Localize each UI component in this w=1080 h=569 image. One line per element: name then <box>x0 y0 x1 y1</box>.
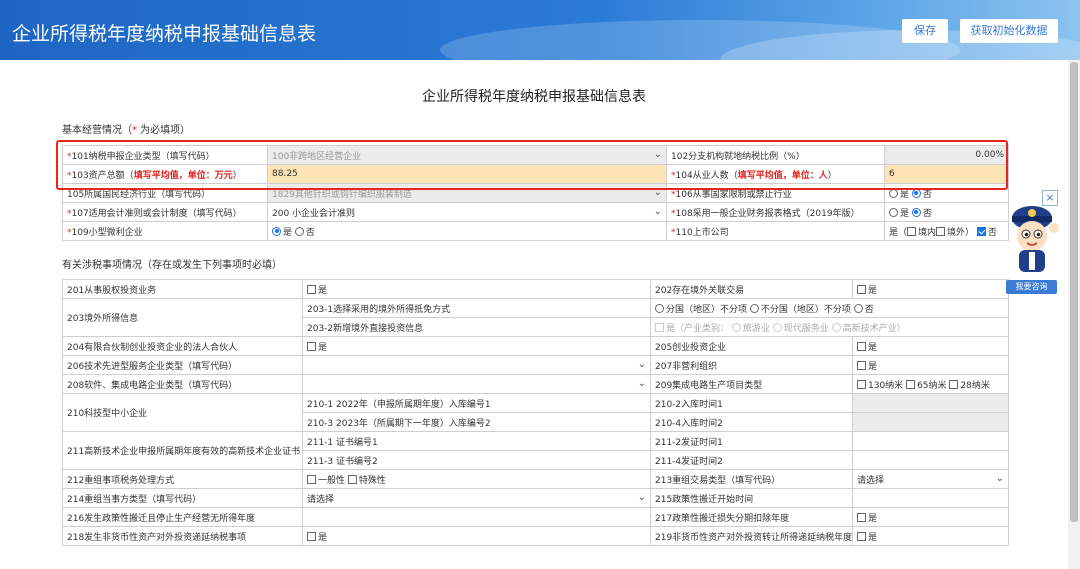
app-title: 企业所得税年度纳税申报基础信息表 <box>12 23 317 45</box>
row-219-label: 219非货币性资产对外投资转让所得递延纳税年度 <box>650 526 853 546</box>
row-107-label: *107适用会计准则或会计制度（填写代码） <box>62 202 268 222</box>
row-103-label: *103资产总额（填写平均值，单位：万元） <box>62 164 268 184</box>
row-203-label: 203境外所得信息 <box>62 298 303 337</box>
accounting-standard-select[interactable]: 200 小企业会计准则 ⌄ <box>267 202 667 222</box>
row-110-label: *110上市公司 <box>666 221 885 241</box>
restricted-industry-radio[interactable]: 是 否 <box>884 183 1009 203</box>
industry-select[interactable]: 1829其他针织或钩针编织服装制造 ⌄ <box>267 183 667 203</box>
row-213-label: 213重组交易类型（填写代码） <box>650 469 853 489</box>
party-type-select[interactable]: 请选择 ⌄ <box>302 488 651 508</box>
row-210-1-label: 210-1 2022年（申报所属期年度）入库编号1 <box>302 393 651 413</box>
chevron-down-icon: ⌄ <box>653 149 662 160</box>
relocation-start-input[interactable] <box>852 488 1009 508</box>
scrollbar-thumb[interactable] <box>1070 62 1078 522</box>
chevron-down-icon: ⌄ <box>637 378 646 389</box>
row-211-4-label: 211-4发证时间2 <box>650 450 853 470</box>
row-206-label: 206技术先进型服务企业类型（填写代码） <box>62 355 303 375</box>
tax-matters-table: 201从事股权投资业务 是 202存在境外关联交易 是 203境外所得信息 20… <box>62 279 1009 546</box>
row-102-label: 102分支机构就地纳税比例（%） <box>666 145 885 165</box>
equity-investment-checkbox[interactable]: 是 <box>302 279 651 299</box>
row-211-2-label: 211-2发证时间1 <box>650 431 853 451</box>
row-210-2-label: 210-2入库时间1 <box>650 393 853 413</box>
no-income-year-input[interactable] <box>302 507 651 527</box>
row-211-3-label: 211-3 证书编号2 <box>302 450 651 470</box>
foreign-related-checkbox[interactable]: 是 <box>852 279 1009 299</box>
restructure-treatment-checkboxes[interactable]: 一般性 特殊性 <box>302 469 651 489</box>
enterprise-type-select[interactable]: 100非跨地区经营企业 ⌄ <box>267 145 667 165</box>
issue-date-2-input[interactable] <box>852 450 1009 470</box>
row-105-label: 105所属国民经济行业（填写代码） <box>62 183 268 203</box>
row-209-label: 209集成电路生产项目类型 <box>650 374 853 394</box>
assistant-mascot-icon[interactable] <box>1002 198 1062 278</box>
vertical-scrollbar[interactable] <box>1068 60 1080 569</box>
header-bar: 企业所得税年度纳税申报基础信息表 保存 获取初始化数据 <box>0 0 1080 60</box>
chevron-down-icon: ⌄ <box>653 206 662 217</box>
credit-method-radio[interactable]: 分国（地区）不分项 不分国（地区）不分项 否 <box>650 298 1009 318</box>
branch-ratio-value: 0.00% <box>884 145 1009 165</box>
get-init-data-button[interactable]: 获取初始化数据 <box>960 19 1058 43</box>
entry-date-1-input[interactable] <box>852 393 1009 413</box>
row-201-label: 201从事股权投资业务 <box>62 279 303 299</box>
new-overseas-investment-options[interactable]: 是（产业类别： 旅游业 现代服务业 高新技术产业） <box>650 317 1009 337</box>
deferred-tax-checkbox[interactable]: 是 <box>302 526 651 546</box>
small-micro-radio[interactable]: 是 否 <box>267 221 667 241</box>
row-109-label: *109小型微利企业 <box>62 221 268 241</box>
loss-deduction-checkbox[interactable]: 是 <box>852 507 1009 527</box>
row-216-label: 216发生政策性搬迁且停止生产经营无所得年度 <box>62 507 303 527</box>
row-210-4-label: 210-4入库时间2 <box>650 412 853 432</box>
report-format-radio[interactable]: 是 否 <box>884 202 1009 222</box>
row-212-label: 212重组事项税务处理方式 <box>62 469 303 489</box>
row-211-1-label: 211-1 证书编号1 <box>302 431 651 451</box>
basic-info-table: *101纳税申报企业类型（填写代码） 100非跨地区经营企业 ⌄ 102分支机构就… <box>62 145 1009 241</box>
row-214-label: 214重组当事方类型（填写代码） <box>62 488 303 508</box>
row-211-label: 211高新技术企业申报所属期年度有效的高新技术企业证书 <box>62 431 303 470</box>
row-217-label: 217政策性搬迁损失分期扣除年度 <box>650 507 853 527</box>
section-tax-title: 有关涉税事项情况（存在或发生下列事项时必填） <box>62 260 282 271</box>
venture-capital-checkbox[interactable]: 是 <box>852 336 1009 356</box>
chevron-down-icon: ⌄ <box>637 492 646 503</box>
row-205-label: 205创业投资企业 <box>650 336 853 356</box>
section-basic-title: 基本经营情况（* 为必填项） <box>62 125 191 136</box>
row-203-2-label: 203-2新增境外直接投资信息 <box>302 317 651 337</box>
row-210-3-label: 210-3 2023年（所属期下一年度）入库编号2 <box>302 412 651 432</box>
nonprofit-checkbox[interactable]: 是 <box>852 355 1009 375</box>
ic-project-checkboxes[interactable]: 130纳米 65纳米 28纳米 <box>852 374 1009 394</box>
consult-button[interactable]: 我要咨询 <box>1006 280 1057 294</box>
chevron-down-icon: ⌄ <box>637 359 646 370</box>
document-title: 企业所得税年度纳税申报基础信息表 <box>422 89 646 105</box>
restructure-type-select[interactable]: 请选择 ⌄ <box>852 469 1009 489</box>
chevron-down-icon: ⌄ <box>653 187 662 198</box>
row-106-label: *106从事国家限制或禁止行业 <box>666 183 885 203</box>
row-207-label: 207非营利组织 <box>650 355 853 375</box>
row-215-label: 215政策性搬迁开始时间 <box>650 488 853 508</box>
entry-date-2-input[interactable] <box>852 412 1009 432</box>
row-208-label: 208软件、集成电路企业类型（填写代码） <box>62 374 303 394</box>
deferred-year-checkbox[interactable]: 是 <box>852 526 1009 546</box>
lp-partner-checkbox[interactable]: 是 <box>302 336 651 356</box>
issue-date-1-input[interactable] <box>852 431 1009 451</box>
row-218-label: 218发生非货币性资产对外投资递延纳税事项 <box>62 526 303 546</box>
chevron-down-icon: ⌄ <box>995 473 1004 484</box>
save-button[interactable]: 保存 <box>902 19 948 43</box>
tech-service-type-select[interactable]: ⌄ <box>302 355 651 375</box>
total-assets-input[interactable]: 88.25 <box>267 164 667 184</box>
software-ic-type-select[interactable]: ⌄ <box>302 374 651 394</box>
row-204-label: 204有限合伙制创业投资企业的法人合伙人 <box>62 336 303 356</box>
row-101-label: *101纳税申报企业类型（填写代码） <box>62 145 268 165</box>
row-108-label: *108采用一般企业财务报表格式（2019年版） <box>666 202 885 222</box>
listed-company-checkboxes[interactable]: 是（ 境内 境外） 否 <box>884 221 1009 241</box>
row-210-label: 210科技型中小企业 <box>62 393 303 432</box>
employee-count-input[interactable]: 6 <box>884 164 1009 184</box>
row-104-label: *104从业人数（填写平均值，单位：人） <box>666 164 885 184</box>
row-203-1-label: 203-1选择采用的境外所得抵免方式 <box>302 298 651 318</box>
row-202-label: 202存在境外关联交易 <box>650 279 853 299</box>
